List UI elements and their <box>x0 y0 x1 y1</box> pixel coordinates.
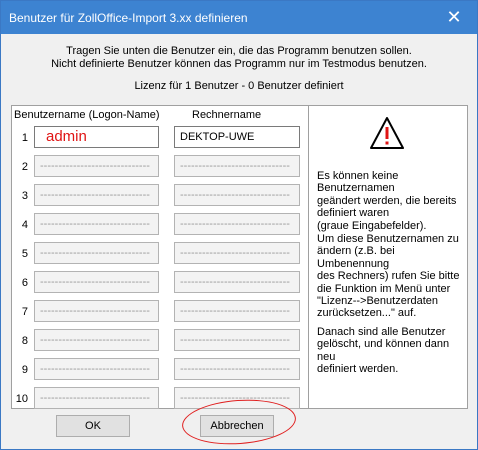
window-title: Benutzer für ZollOffice-Import 3.xx defi… <box>9 11 248 25</box>
computer-name-field: ------------------------------ <box>174 184 300 206</box>
info-line: Es können keine Benutzernamen <box>317 170 399 195</box>
computer-name-field[interactable]: DEKTOP-UWE <box>174 126 300 148</box>
table-row: 4 ------------------------------ ---------… <box>12 213 308 237</box>
column-header-user: Benutzername (Logon-Name) <box>14 109 160 121</box>
cancel-button[interactable]: Abbrechen <box>200 415 274 437</box>
row-number: 7 <box>21 306 28 318</box>
username-field: ------------------------------ <box>34 329 159 351</box>
row-number: 4 <box>21 219 28 231</box>
row-number: 3 <box>21 190 28 202</box>
row-number: 10 <box>15 393 28 405</box>
computer-name-field: ------------------------------ <box>174 358 300 380</box>
username-field: ------------------------------ <box>34 387 159 409</box>
username-field: ------------------------------ <box>34 184 159 206</box>
table-row: 8 ------------------------------ ---------… <box>12 329 308 353</box>
computer-name-field: ------------------------------ <box>174 213 300 235</box>
computer-name-field: ------------------------------ <box>174 242 300 264</box>
computer-name-field: ------------------------------ <box>174 329 300 351</box>
username-field: ------------------------------ <box>34 358 159 380</box>
row-number: 5 <box>21 248 28 260</box>
table-row: 7 ------------------------------ ---------… <box>12 300 308 324</box>
table-row: 3 ------------------------------ ---------… <box>12 184 308 208</box>
computer-name-field: ------------------------------ <box>174 155 300 177</box>
username-field: ------------------------------ <box>34 300 159 322</box>
info-line: die Funktion im Menü unter <box>317 282 451 295</box>
ok-button[interactable]: OK <box>56 415 130 437</box>
info-line: ändern (z.B. bei Umbenennung <box>317 245 395 270</box>
username-field: ------------------------------ <box>34 213 159 235</box>
info-line: gelöscht, und können dann neu <box>317 338 450 363</box>
info-line: zurücksetzen..." auf. <box>317 307 417 320</box>
dialog-window: Benutzer für ZollOffice-Import 3.xx defi… <box>0 0 478 450</box>
intro-line-2: Nicht definierte Benutzer können das Pro… <box>51 58 427 70</box>
info-line: des Rechners) rufen Sie bitte <box>317 270 460 283</box>
username-field: ------------------------------ <box>34 242 159 264</box>
intro-line-1: Tragen Sie unten die Benutzer ein, die d… <box>66 45 412 57</box>
info-line: Um diese Benutzernamen zu <box>317 233 459 245</box>
info-paragraph-2: Um diese Benutzernamen zu ändern (z.B. be… <box>317 233 465 320</box>
info-line: definiert werden. <box>317 363 399 376</box>
close-icon[interactable]: ✕ <box>431 1 477 34</box>
info-paragraph-1: Es können keine Benutzernamen geändert we… <box>317 170 465 232</box>
row-number: 2 <box>21 161 28 173</box>
info-line: definiert waren <box>317 207 390 220</box>
table-row: 5 ------------------------------ ---------… <box>12 242 308 266</box>
row-number: 9 <box>21 364 28 376</box>
table-row: 10 ------------------------------ --------… <box>12 387 308 411</box>
info-line: geändert werden, die bereits <box>317 194 457 207</box>
table-row: 6 ------------------------------ ---------… <box>12 271 308 295</box>
title-bar[interactable]: Benutzer für ZollOffice-Import 3.xx defi… <box>1 1 477 34</box>
computer-name-field: ------------------------------ <box>174 271 300 293</box>
row-number: 6 <box>21 277 28 289</box>
user-table-panel: Benutzername (Logon-Name) Rechnername 1a… <box>11 105 309 409</box>
info-line: (graue Eingabefelder). <box>317 219 427 232</box>
table-row: 1 admin DEKTOP-UWE <box>12 126 308 150</box>
info-line: Danach sind alle Benutzer <box>317 326 446 338</box>
username-field: ------------------------------ <box>34 155 159 177</box>
info-panel: Es können keine Benutzernamen geändert we… <box>308 105 468 409</box>
row-number: 1 <box>21 132 28 144</box>
table-row: 2 ------------------------------ ---------… <box>12 155 308 179</box>
warning-icon <box>370 117 404 149</box>
computer-name-field: ------------------------------ <box>174 387 300 409</box>
username-field[interactable]: admin <box>34 126 159 148</box>
computer-name-field: ------------------------------ <box>174 300 300 322</box>
license-status: Lizenz für 1 Benutzer - 0 Benutzer defin… <box>134 80 344 92</box>
row-number: 8 <box>21 335 28 347</box>
info-line: "Lizenz-->Benutzerdaten <box>317 295 439 308</box>
column-header-computer: Rechnername <box>192 109 262 121</box>
username-field: ------------------------------ <box>34 271 159 293</box>
info-paragraph-3: Danach sind alle Benutzer gelöscht, und k… <box>317 326 465 376</box>
table-row: 9 ------------------------------ ---------… <box>12 358 308 382</box>
